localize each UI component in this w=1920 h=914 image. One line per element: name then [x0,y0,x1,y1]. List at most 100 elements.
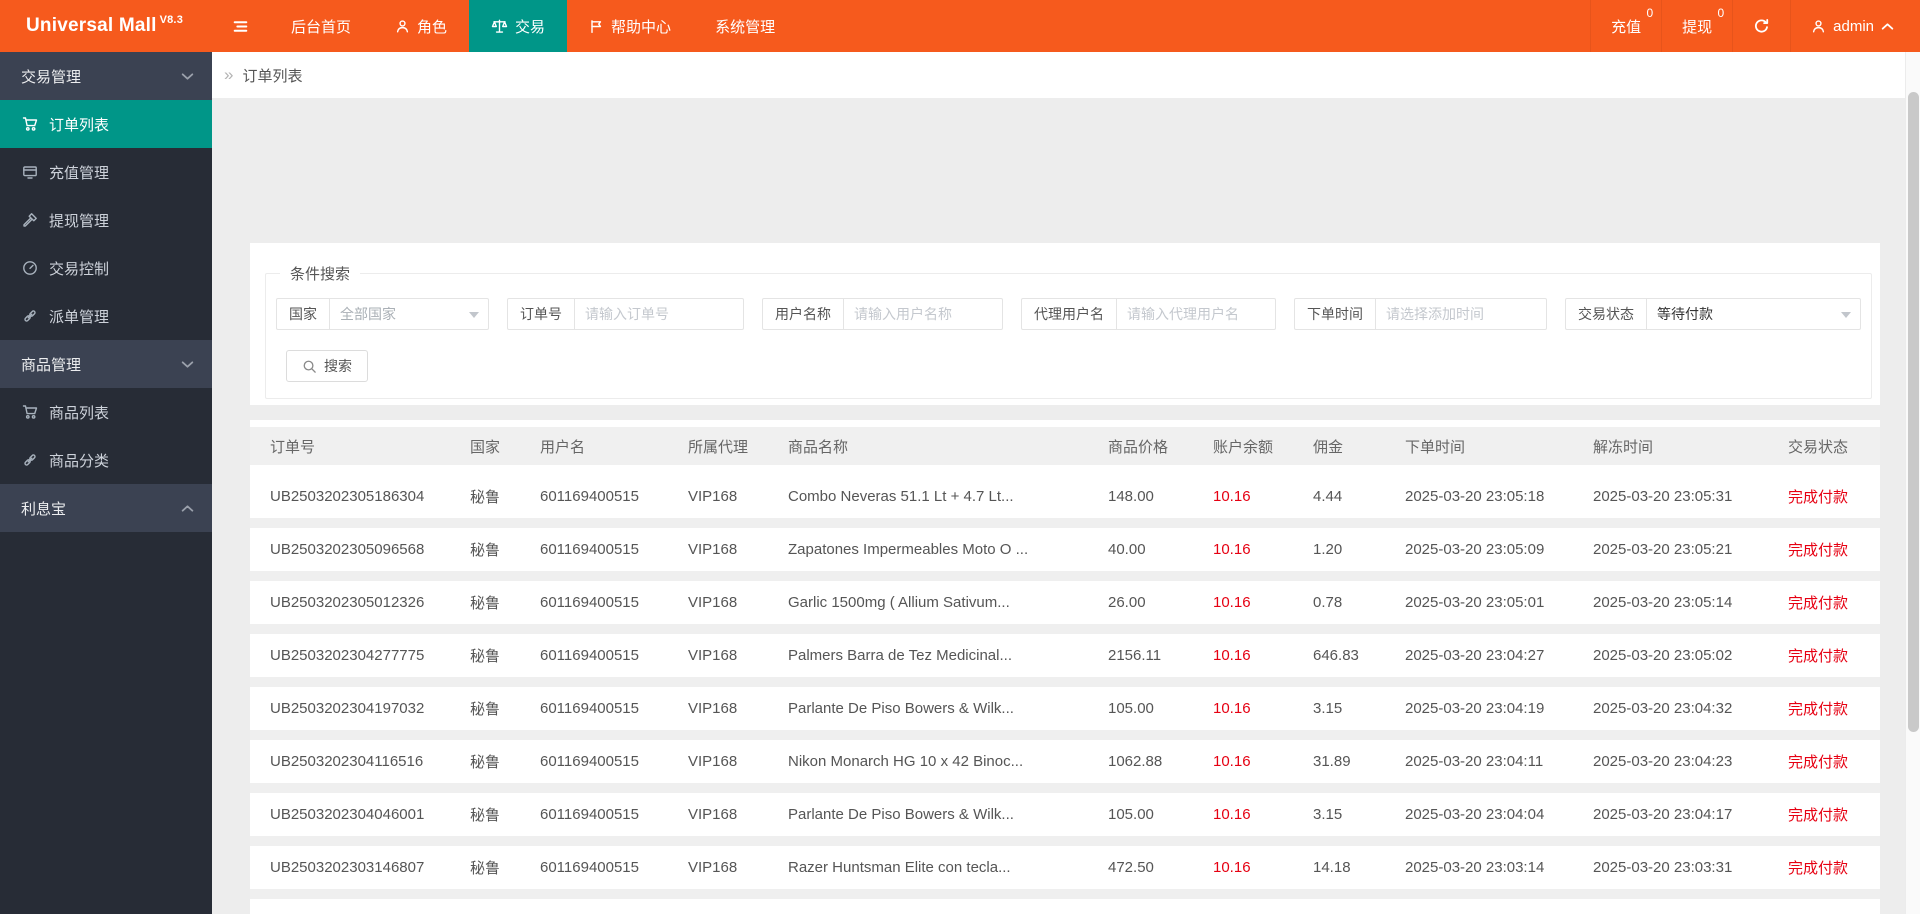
col-balance: 账户余额 [1213,438,1274,456]
cell-unfreeze-time: 2025-03-20 23:04:17 [1593,806,1733,823]
cell-status: 完成付款 [1788,648,1849,665]
user-menu[interactable]: admin [1790,0,1920,52]
person-icon [395,19,410,34]
cell-username: 601169400515 [540,541,639,558]
card-icon [22,164,38,180]
order-no-label: 订单号 [507,298,575,330]
cell-country: 秘鲁 [470,542,501,559]
sidebar-item-dispatch-mgmt-label: 派单管理 [49,308,110,326]
recharge-shortcut[interactable]: 充值 0 [1590,0,1661,52]
cell-price: 472.50 [1108,859,1154,876]
cell-commission: 1.20 [1313,541,1343,558]
recharge-label: 充值 [1611,18,1642,36]
sidebar-group-goods[interactable]: 商品管理 [0,340,212,388]
sidebar-item-order-list-label: 订单列表 [49,116,110,134]
tab-role-label: 角色 [417,18,448,36]
table-header-row: 订单号 国家 用户名 所属代理 商品名称 商品价格 账户余额 佣金 下单时间 解… [250,427,1880,465]
sidebar: 交易管理 订单列表 充值管理 提现管理 交易控制 派单管理 商品管理 商品列表 … [0,52,212,914]
trade-status-filter: 交易状态 等待付款 [1565,298,1861,330]
cell-username: 601169400515 [540,859,639,876]
country-select[interactable]: 全部国家 [329,298,489,330]
cart-icon [22,404,38,420]
cell-status: 完成付款 [1788,860,1849,877]
withdraw-label: 提现 [1682,18,1713,36]
cell-balance: 10.16 [1213,859,1251,876]
cell-product: Combo Neveras 51.1 Lt + 4.7 Lt... [788,488,1014,505]
sidebar-item-order-list[interactable]: 订单列表 [0,100,212,148]
cell-agent: VIP168 [688,594,738,611]
cell-unfreeze-time: 2025-03-20 23:04:23 [1593,753,1733,770]
col-country: 国家 [470,438,501,456]
username-input[interactable] [843,298,1003,330]
tab-home-label: 后台首页 [291,18,352,36]
cell-order-time: 2025-03-20 23:03:14 [1405,859,1545,876]
sidebar-item-trade-control[interactable]: 交易控制 [0,244,212,292]
sidebar-item-goods-category[interactable]: 商品分类 [0,436,212,484]
tab-system[interactable]: 系统管理 [693,0,797,52]
tab-role[interactable]: 角色 [373,0,469,52]
menu-toggle-button[interactable] [212,0,269,52]
col-price: 商品价格 [1108,438,1169,456]
country-label: 国家 [276,298,330,330]
refresh-button[interactable] [1732,0,1790,52]
gavel-icon [22,212,38,228]
cell-country: 秘鲁 [470,489,501,506]
hamburger-icon [232,18,249,35]
col-username: 用户名 [540,438,586,456]
sidebar-item-withdraw-mgmt[interactable]: 提现管理 [0,196,212,244]
trade-status-value: 等待付款 [1657,306,1713,322]
cell-commission: 3.15 [1313,806,1343,823]
cell-order-no: UB2503202305012326 [270,594,425,611]
cell-product: Garlic 1500mg ( Allium Sativum... [788,594,1010,611]
tab-trade[interactable]: 交易 [469,0,568,52]
cell-country: 秘鲁 [470,648,501,665]
trade-status-select[interactable]: 等待付款 [1646,298,1861,330]
sidebar-group-trade[interactable]: 交易管理 [0,52,212,100]
cell-order-time: 2025-03-20 23:04:11 [1405,753,1544,770]
cell-unfreeze-time: 2025-03-20 23:05:02 [1593,647,1733,664]
order-time-input[interactable] [1375,298,1547,330]
refresh-icon [1753,18,1770,35]
withdraw-shortcut[interactable]: 提现 0 [1661,0,1732,52]
cell-username: 601169400515 [540,647,639,664]
username-label: 用户名称 [762,298,844,330]
breadcrumb: » 订单列表 [212,52,1905,98]
cell-commission: 3.15 [1313,700,1343,717]
col-order-no: 订单号 [270,438,316,456]
cell-country: 秘鲁 [470,595,501,612]
cell-status: 完成付款 [1788,701,1849,718]
cell-username: 601169400515 [540,488,639,505]
order-no-input[interactable] [574,298,744,330]
table-row: UB2503202305186304 秘鲁 601169400515 VIP16… [250,475,1880,518]
cell-price: 26.00 [1108,594,1146,611]
search-button[interactable]: 搜索 [286,350,368,382]
cell-order-no: UB2503202305186304 [270,488,425,505]
cell-order-no: UB2503202304277775 [270,647,425,664]
cell-agent: VIP168 [688,647,738,664]
cell-order-no: UB2503202303146807 [270,859,425,876]
cell-status: 完成付款 [1788,595,1849,612]
cell-username: 601169400515 [540,753,639,770]
brand-version: V8.3 [159,14,184,26]
cell-commission: 31.89 [1313,753,1351,770]
cell-username: 601169400515 [540,700,639,717]
chevron-up-icon [181,504,194,513]
page-scrollbar [1905,52,1920,914]
username-filter: 用户名称 [762,298,1003,330]
agent-input[interactable] [1116,298,1276,330]
cell-unfreeze-time: 2025-03-20 23:03:31 [1593,859,1733,876]
cell-unfreeze-time: 2025-03-20 23:05:14 [1593,594,1733,611]
tab-help[interactable]: 帮助中心 [567,0,693,52]
cell-price: 148.00 [1108,488,1154,505]
sidebar-item-recharge-mgmt[interactable]: 充值管理 [0,148,212,196]
search-fields-row: 国家 全部国家 订单号 用户名称 代理用户名 下单时间 [276,284,1861,330]
sidebar-group-interest[interactable]: 利息宝 [0,484,212,532]
tab-home[interactable]: 后台首页 [269,0,373,52]
cart-icon [22,116,38,132]
sidebar-item-goods-list[interactable]: 商品列表 [0,388,212,436]
scales-icon [491,18,508,35]
cell-balance: 10.16 [1213,806,1251,823]
sidebar-item-dispatch-mgmt[interactable]: 派单管理 [0,292,212,340]
scrollbar-thumb[interactable] [1908,92,1919,732]
cell-agent: VIP168 [688,541,738,558]
